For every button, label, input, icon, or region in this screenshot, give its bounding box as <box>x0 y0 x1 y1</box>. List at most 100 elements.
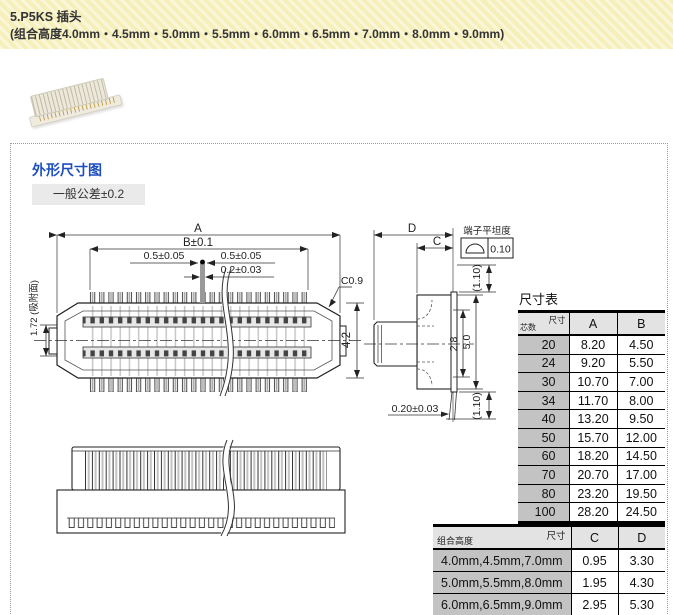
dim-b-label: B±0.1 <box>183 237 213 249</box>
base-teeth <box>67 518 335 530</box>
value-c: 2.95 <box>570 593 618 615</box>
table-row: 20 8.20 4.50 <box>518 335 665 355</box>
value-b: 12.00 <box>616 427 665 448</box>
table-row: 40 13.20 9.50 <box>518 409 665 429</box>
dim-d-label: D <box>408 223 416 235</box>
dim-standoff-label: 0.20±0.03 <box>392 403 439 415</box>
flatness-label: 端子平坦度 <box>463 225 511 237</box>
center-pin <box>200 262 205 303</box>
pin-count: 24 <box>518 353 569 373</box>
size-table: 尺寸 芯数 A B 20 8.20 4.50 24 9.20 5.50 30 10.70 7… <box>518 310 665 524</box>
value-b: 7.00 <box>616 372 665 392</box>
pin-count: 80 <box>518 483 569 503</box>
value-a: 18.20 <box>568 446 617 466</box>
top-pins-row <box>88 292 308 303</box>
value-a: 13.20 <box>568 409 617 429</box>
pin-count: 100 <box>518 502 569 523</box>
table-row: 60 18.20 14.50 <box>518 446 665 466</box>
value-a: 28.20 <box>568 502 617 523</box>
height-table-header-row: 尺寸 组合高度 C D <box>433 525 665 550</box>
dim-pitch-right-label: 0.5±0.05 <box>221 250 262 262</box>
dim-c-label: C <box>433 236 441 248</box>
left-tab <box>48 327 58 355</box>
connector-photo-tilt <box>21 69 124 131</box>
pin-count: 60 <box>518 446 569 466</box>
bottom-view-drawing <box>56 438 346 538</box>
value-b: 4.50 <box>616 335 665 355</box>
dim-outer-label: 5.0 <box>461 335 473 350</box>
col-header-d: D <box>617 525 665 550</box>
table-row: 100 28.20 24.50 <box>518 502 665 523</box>
stack-height-table: 尺寸 组合高度 C D 4.0mm,4.5mm,7.0mm 0.95 3.30 5.… <box>433 524 665 615</box>
corner-label-top: 尺寸 <box>548 315 566 325</box>
pin-count: 20 <box>518 335 569 355</box>
value-a: 9.20 <box>568 353 617 373</box>
pin-through-lines <box>88 306 308 376</box>
stack-height: 6.0mm,6.5mm,9.0mm <box>433 593 571 615</box>
stack-height: 5.0mm,5.5mm,8.0mm <box>433 571 571 594</box>
dim-suction-label: 1.72 (吸附面) <box>28 280 40 336</box>
pin-count: 30 <box>518 372 569 392</box>
value-b: 5.50 <box>616 353 665 373</box>
top-view-drawing: A B±0.1 0.5±0.05 0.5±0.05 0.2±0.03 1.72 … <box>28 223 364 398</box>
pin-count: 50 <box>518 427 569 448</box>
value-a: 8.20 <box>568 335 617 355</box>
contacts-bottom <box>83 347 311 358</box>
bottom-pins-row <box>88 378 308 392</box>
datum-dot <box>200 259 205 265</box>
connector-photo <box>18 72 128 128</box>
dim-pitch-left-label: 0.5±0.05 <box>144 250 185 262</box>
dim-height-label: 4.2 <box>341 332 353 348</box>
table-row: 5.0mm,5.5mm,8.0mm 1.95 4.30 <box>433 571 665 594</box>
dim-a-label: A <box>194 223 202 235</box>
value-d: 4.30 <box>617 571 665 594</box>
dim-chamfer-label: C0.9 <box>341 275 363 287</box>
value-b: 9.50 <box>616 409 665 429</box>
pin-count: 40 <box>518 409 569 429</box>
value-b: 8.00 <box>616 390 665 410</box>
value-a: 20.70 <box>568 465 617 485</box>
stack-height: 4.0mm,4.5mm,7.0mm <box>433 549 571 572</box>
col-header-c: C <box>570 525 618 550</box>
table-row: 6.0mm,6.5mm,9.0mm 2.95 5.30 <box>433 593 665 615</box>
table-row: 30 10.70 7.00 <box>518 372 665 392</box>
value-b: 17.00 <box>616 465 665 485</box>
col-header-b: B <box>616 311 665 336</box>
comb-teeth <box>85 451 327 490</box>
dim-tail-bottom-label: (1.10) <box>471 392 483 419</box>
corner-label-bottom: 芯数 <box>520 323 536 332</box>
table-row: 34 11.70 8.00 <box>518 390 665 410</box>
value-b: 14.50 <box>616 446 665 466</box>
size-table-title: 尺寸表 <box>519 292 559 307</box>
side-view-drawing: D C 端子平坦度 0.10 (1.10) 2.8 5.0 (1.10) 0.2… <box>364 223 514 422</box>
table-row: 4.0mm,4.5mm,7.0mm 0.95 3.30 <box>433 549 665 572</box>
table-row: 80 23.20 19.50 <box>518 483 665 503</box>
pin-count: 70 <box>518 465 569 485</box>
datasheet-page: 5.P5KS 插头 (组合高度4.0mm・4.5mm・5.0mm・5.5mm・6… <box>0 0 673 615</box>
value-b: 24.50 <box>616 502 665 523</box>
flatness-value: 0.10 <box>490 244 511 256</box>
table-row: 24 9.20 5.50 <box>518 353 665 373</box>
size-table-corner-cell: 尺寸 芯数 <box>518 311 569 336</box>
size-table-header-row: 尺寸 芯数 A B <box>518 311 665 336</box>
table-row: 50 15.70 12.00 <box>518 427 665 448</box>
dim-pin-width-label: 0.2±0.03 <box>221 264 262 276</box>
value-c: 0.95 <box>570 549 618 572</box>
general-tolerance-label: 一般公差±0.2 <box>32 184 145 205</box>
pin-count: 34 <box>518 390 569 410</box>
col-header-a: A <box>568 311 617 336</box>
value-c: 1.95 <box>570 571 618 594</box>
value-b: 19.50 <box>616 483 665 503</box>
corner-label-top: 尺寸 <box>546 531 566 542</box>
dim-inner-label: 2.8 <box>448 337 460 352</box>
value-d: 3.30 <box>617 549 665 572</box>
height-table-corner-cell: 尺寸 组合高度 <box>433 525 571 550</box>
table-row: 70 20.70 17.00 <box>518 465 665 485</box>
section-title: 外形尺寸图 <box>32 162 102 178</box>
corner-label-bottom: 组合高度 <box>437 536 474 546</box>
value-d: 5.30 <box>617 593 665 615</box>
value-a: 23.20 <box>568 483 617 503</box>
value-a: 11.70 <box>568 390 617 410</box>
page-title: 5.P5KS 插头 <box>10 10 82 24</box>
value-a: 10.70 <box>568 372 617 392</box>
